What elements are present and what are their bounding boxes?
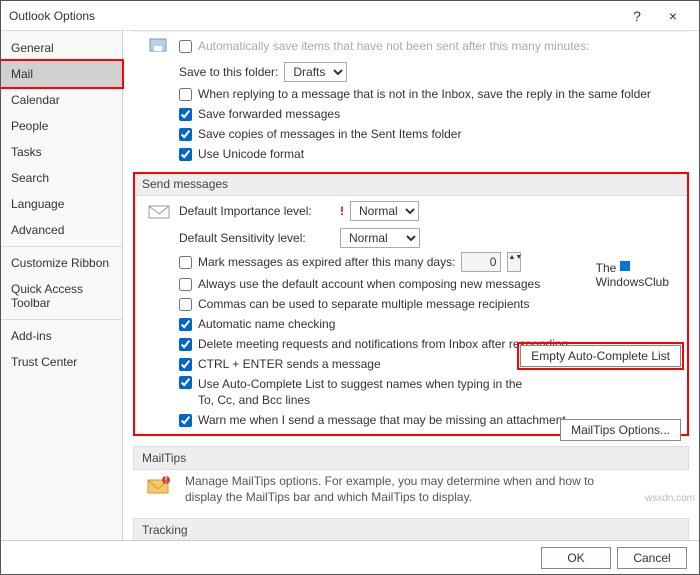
unicode-row: Use Unicode format xyxy=(133,144,689,164)
ok-button[interactable]: OK xyxy=(541,547,611,569)
reply-same-folder-label: When replying to a message that is not i… xyxy=(198,86,651,102)
save-icon xyxy=(145,34,173,58)
sidebar-item-calendar[interactable]: Calendar xyxy=(1,87,122,113)
send-messages-highlight: Send messages Default Importance level: … xyxy=(133,172,689,436)
corner-watermark: wsxdn.com xyxy=(645,493,695,504)
envelope-icon xyxy=(145,199,173,223)
close-button[interactable]: × xyxy=(655,8,691,24)
commas-checkbox[interactable] xyxy=(179,298,192,311)
reply-same-folder-row: When replying to a message that is not i… xyxy=(133,84,689,104)
save-copies-checkbox[interactable] xyxy=(179,128,192,141)
mailtips-header: MailTips xyxy=(133,446,689,470)
titlebar: Outlook Options ? × xyxy=(1,1,699,31)
sensitivity-row: Default Sensitivity level: Normal xyxy=(133,226,689,250)
auto-name-label: Automatic name checking xyxy=(198,316,335,332)
default-account-checkbox[interactable] xyxy=(179,278,192,291)
save-folder-row: Save to this folder: Drafts xyxy=(133,60,689,84)
dialog-body: General Mail Calendar People Tasks Searc… xyxy=(1,31,699,540)
autocomplete-label: Use Auto-Complete List to suggest names … xyxy=(198,376,528,408)
save-folder-select[interactable]: Drafts xyxy=(284,62,347,82)
save-folder-label: Save to this folder: xyxy=(179,64,278,80)
warn-attach-label: Warn me when I send a message that may b… xyxy=(198,412,566,428)
sidebar-item-mail[interactable]: Mail xyxy=(1,61,122,87)
sensitivity-select[interactable]: Normal xyxy=(340,228,420,248)
expire-label: Mark messages as expired after this many… xyxy=(198,254,455,270)
default-account-label: Always use the default account when comp… xyxy=(198,276,540,292)
delete-meeting-checkbox[interactable] xyxy=(179,338,192,351)
unicode-checkbox[interactable] xyxy=(179,148,192,161)
delete-meeting-label: Delete meeting requests and notification… xyxy=(198,336,568,352)
cancel-button[interactable]: Cancel xyxy=(617,547,687,569)
category-sidebar: General Mail Calendar People Tasks Searc… xyxy=(1,31,123,540)
sidebar-item-general[interactable]: General xyxy=(1,35,122,61)
svg-text:!: ! xyxy=(164,475,167,486)
expire-checkbox[interactable] xyxy=(179,256,192,269)
tracking-header: Tracking xyxy=(133,518,689,540)
ctrl-enter-label: CTRL + ENTER sends a message xyxy=(198,356,381,372)
save-forwarded-label: Save forwarded messages xyxy=(198,106,340,122)
dialog-footer: OK Cancel xyxy=(1,540,699,574)
save-copies-row: Save copies of messages in the Sent Item… xyxy=(133,124,689,144)
sidebar-item-advanced[interactable]: Advanced xyxy=(1,217,122,243)
reply-same-folder-checkbox[interactable] xyxy=(179,88,192,101)
sidebar-item-search[interactable]: Search xyxy=(1,165,122,191)
empty-autocomplete-button[interactable]: Empty Auto-Complete List xyxy=(520,345,681,367)
sensitivity-label: Default Sensitivity level: xyxy=(179,230,334,246)
sidebar-item-tasks[interactable]: Tasks xyxy=(1,139,122,165)
importance-bang-icon: ! xyxy=(340,203,344,219)
outlook-options-window: Outlook Options ? × General Mail Calenda… xyxy=(0,0,700,575)
sidebar-item-language[interactable]: Language xyxy=(1,191,122,217)
expire-days-input[interactable] xyxy=(461,252,501,272)
options-content[interactable]: Automatically save items that have not b… xyxy=(123,31,699,540)
unicode-label: Use Unicode format xyxy=(198,146,304,162)
sidebar-item-quick-access[interactable]: Quick Access Toolbar xyxy=(1,276,122,316)
help-button[interactable]: ? xyxy=(619,8,655,24)
window-title: Outlook Options xyxy=(9,9,619,23)
save-copies-label: Save copies of messages in the Sent Item… xyxy=(198,126,461,142)
truncated-row: Automatically save items that have not b… xyxy=(133,31,689,60)
sidebar-item-trust-center[interactable]: Trust Center xyxy=(1,349,122,375)
watermark-line2: WindowsClub xyxy=(596,275,669,289)
autocomplete-checkbox[interactable] xyxy=(179,376,192,389)
sidebar-item-people[interactable]: People xyxy=(1,113,122,139)
mailtips-row: ! Manage MailTips options. For example, … xyxy=(133,470,689,508)
mailtips-options-button[interactable]: MailTips Options... xyxy=(560,419,681,441)
save-forwarded-checkbox[interactable] xyxy=(179,108,192,121)
importance-row: Default Importance level: ! Normal xyxy=(133,196,689,226)
watermark: The WindowsClub xyxy=(596,261,669,289)
commas-label: Commas can be used to separate multiple … xyxy=(198,296,530,312)
sidebar-separator xyxy=(1,319,122,320)
importance-select[interactable]: Normal xyxy=(350,201,419,221)
auto-name-row: Automatic name checking xyxy=(133,314,689,334)
truncated-label: Automatically save items that have not b… xyxy=(198,38,590,54)
warn-attach-checkbox[interactable] xyxy=(179,414,192,427)
autocomplete-row: Use Auto-Complete List to suggest names … xyxy=(133,374,689,410)
spinner-icon[interactable]: ▲▼ xyxy=(507,252,521,272)
sidebar-item-addins[interactable]: Add-ins xyxy=(1,323,122,349)
importance-label: Default Importance level: xyxy=(179,203,334,219)
watermark-line1: The xyxy=(596,261,617,275)
send-messages-header: Send messages xyxy=(133,172,689,196)
mailtips-icon: ! xyxy=(145,473,173,497)
ctrl-enter-checkbox[interactable] xyxy=(179,358,192,371)
commas-row: Commas can be used to separate multiple … xyxy=(133,294,689,314)
save-forwarded-row: Save forwarded messages xyxy=(133,104,689,124)
watermark-square-icon xyxy=(620,261,630,271)
auto-name-checkbox[interactable] xyxy=(179,318,192,331)
sidebar-item-customize-ribbon[interactable]: Customize Ribbon xyxy=(1,250,122,276)
autosave-checkbox[interactable] xyxy=(179,40,192,53)
sidebar-separator xyxy=(1,246,122,247)
mailtips-desc: Manage MailTips options. For example, yo… xyxy=(179,473,619,505)
